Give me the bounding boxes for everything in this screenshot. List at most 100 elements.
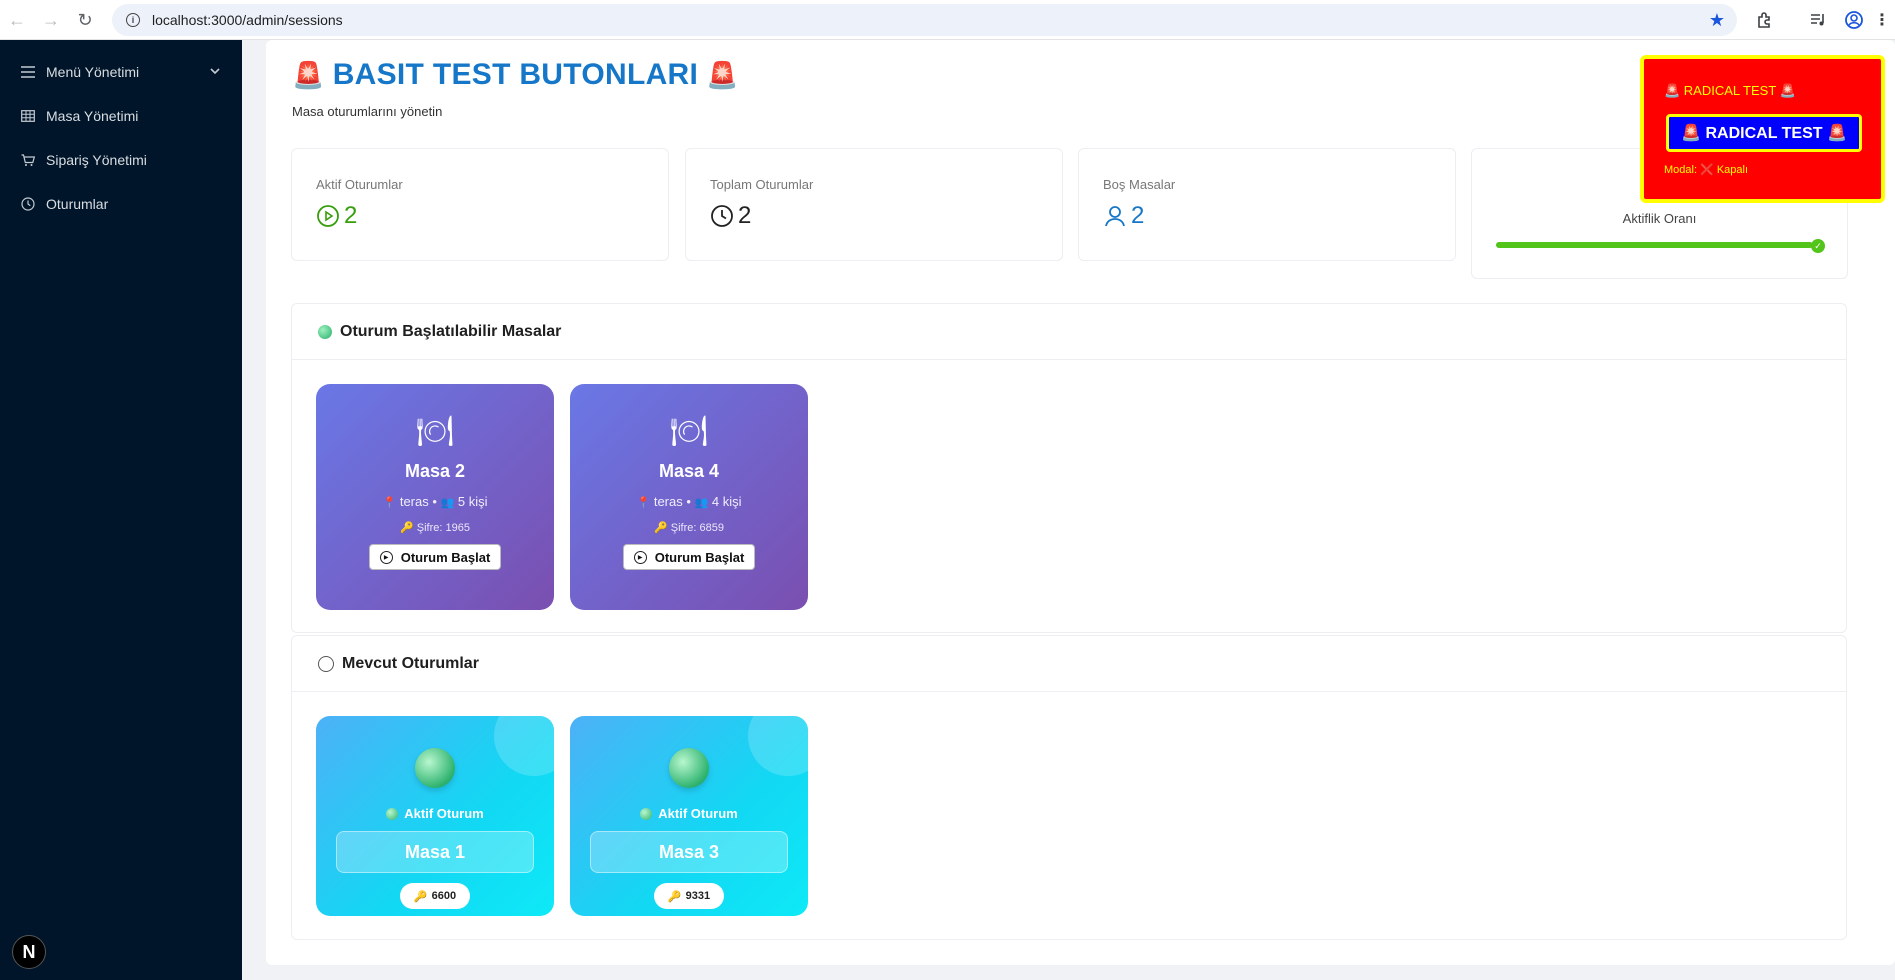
status-orb-icon: [669, 748, 709, 788]
play-circle-icon: ▶: [633, 550, 647, 564]
sidebar-item-orders[interactable]: Sipariş Yönetimi: [0, 138, 242, 182]
sidebar-item-tables[interactable]: Masa Yönetimi: [0, 94, 242, 138]
more-options-icon[interactable]: ⋮: [1874, 8, 1890, 32]
session-table-name: Masa 3: [590, 831, 788, 873]
table-location: teras: [653, 494, 683, 509]
radical-test-panel: 🚨 RADICAL TEST 🚨 🚨 RADICAL TEST 🚨 Modal:…: [1640, 55, 1885, 203]
page-title: 🚨 BASIT TEST BUTONLARI 🚨: [292, 58, 747, 92]
plate-cutlery-icon: 🍽: [415, 415, 455, 448]
start-session-button[interactable]: ▶ Oturum Başlat: [368, 544, 502, 570]
stat-value: 2: [738, 202, 752, 229]
table-name: Masa 4: [658, 461, 720, 481]
menu-icon: [20, 64, 36, 80]
section-header: Mevcut Oturumlar: [292, 636, 1846, 692]
stat-card-total: Toplam Oturumlar 2: [685, 148, 1063, 261]
browser-toolbar: ← → ↻ i localhost:3000/admin/sessions ★ …: [0, 0, 1895, 40]
key-icon: 🔑: [667, 890, 682, 903]
sidebar-item-label: Sipariş Yönetimi: [46, 152, 147, 168]
sidebar-item-sessions[interactable]: Oturumlar: [0, 182, 242, 226]
page-title-text: BASIT TEST BUTONLARI: [332, 58, 699, 91]
start-session-button[interactable]: ▶ Oturum Başlat: [622, 544, 756, 570]
page-subtitle: Masa oturumlarını yönetin: [292, 104, 443, 119]
radical-test-button[interactable]: 🚨 RADICAL TEST 🚨: [1666, 114, 1862, 152]
cart-icon: [20, 152, 36, 168]
stat-value-row: 2: [316, 202, 644, 230]
activity-rate-label: Aktiflik Oranı: [1622, 211, 1697, 226]
bookmark-star-icon[interactable]: ★: [1709, 10, 1725, 31]
play-circle-icon: [316, 204, 340, 228]
table-name: Masa 2: [404, 461, 466, 481]
address-bar[interactable]: i localhost:3000/admin/sessions ★: [112, 4, 1737, 36]
activity-progress-bar: [1496, 242, 1813, 248]
stopwatch-icon: [318, 655, 334, 672]
activity-progress-fill: [1496, 242, 1813, 248]
stat-label: Aktif Oturumlar: [316, 177, 403, 192]
siren-icon: 🚨: [292, 59, 325, 90]
section-title: Mevcut Oturumlar: [342, 654, 479, 672]
session-card[interactable]: Aktif Oturum Masa 1 🔑 6600: [316, 716, 554, 916]
session-code-pill: 🔑 6600: [399, 883, 471, 909]
table-password: 🔑 Şifre: 6859: [570, 521, 808, 534]
stat-value: 2: [1131, 202, 1145, 229]
session-status-text: Aktif Oturum: [658, 806, 738, 821]
session-card[interactable]: Aktif Oturum Masa 3 🔑 9331: [570, 716, 808, 916]
session-status: Aktif Oturum: [570, 806, 808, 821]
available-tables-section: Oturum Başlatılabilir Masalar 🍽 Masa 2 📍…: [291, 303, 1847, 633]
people-icon: 👥: [440, 497, 455, 509]
forward-icon[interactable]: →: [34, 3, 68, 37]
siren-icon: 🚨: [706, 59, 739, 90]
plate-cutlery-icon: 🍽: [669, 415, 709, 448]
status-orb-icon: [415, 748, 455, 788]
table-capacity: 5 kişi: [457, 494, 488, 509]
stat-value-row: 2: [710, 202, 1038, 230]
reload-icon[interactable]: ↻: [68, 3, 102, 37]
url-text: localhost:3000/admin/sessions: [152, 12, 343, 28]
clock-icon: [20, 196, 36, 212]
table-meta: 📍 teras • 👥 4 kişi: [636, 494, 742, 509]
session-code: 6600: [431, 890, 457, 902]
stat-value: 2: [344, 202, 358, 229]
decorative-circle: [748, 716, 808, 776]
sidebar-item-label: Menü Yönetimi: [46, 64, 140, 80]
session-status-text: Aktif Oturum: [404, 806, 484, 821]
stat-card-empty: Boş Masalar 2: [1078, 148, 1456, 261]
modal-status: Modal: ❌ Kapalı: [1664, 164, 1749, 176]
key-icon: 🔑: [654, 522, 668, 534]
site-info-icon[interactable]: i: [126, 13, 140, 27]
stat-label: Boş Masalar: [1103, 177, 1176, 192]
key-icon: 🔑: [400, 522, 414, 534]
sidebar-item-menu[interactable]: Menü Yönetimi: [0, 50, 242, 94]
table-capacity: 4 kişi: [711, 494, 742, 509]
start-session-label: Oturum Başlat: [654, 549, 745, 565]
clock-icon: [710, 204, 734, 228]
table-card: 🍽 Masa 4 📍 teras • 👥 4 kişi 🔑 Şifre: 685…: [570, 384, 808, 610]
start-session-label: Oturum Başlat: [400, 549, 491, 565]
pin-icon: 📍: [382, 497, 397, 509]
stat-label: Toplam Oturumlar: [710, 177, 814, 192]
session-status: Aktif Oturum: [316, 806, 554, 821]
back-icon[interactable]: ←: [0, 3, 34, 37]
sidebar-item-label: Masa Yönetimi: [46, 108, 139, 124]
extensions-icon[interactable]: [1752, 8, 1776, 32]
session-table-name: Masa 1: [336, 831, 534, 873]
section-title: Oturum Başlatılabilir Masalar: [340, 322, 562, 340]
profile-icon[interactable]: [1842, 8, 1866, 32]
user-icon: [1103, 204, 1127, 228]
nextjs-devtools-badge[interactable]: N: [12, 935, 46, 969]
session-code: 9331: [685, 890, 711, 902]
stat-card-active: Aktif Oturumlar 2: [291, 148, 669, 261]
people-icon: 👥: [694, 497, 709, 509]
play-circle-icon: ▶: [379, 550, 393, 564]
table-location: teras: [399, 494, 429, 509]
table-password-text: Şifre: 6859: [670, 522, 724, 534]
media-control-icon[interactable]: [1806, 8, 1830, 32]
decorative-circle: [494, 716, 554, 776]
section-header: Oturum Başlatılabilir Masalar: [292, 304, 1846, 360]
green-dot-icon: [640, 807, 653, 820]
table-meta: 📍 teras • 👥 5 kişi: [382, 494, 488, 509]
session-code-pill: 🔑 9331: [653, 883, 725, 909]
check-circle-icon: ✓: [1811, 239, 1825, 253]
chevron-down-icon: [210, 64, 220, 78]
stat-value-row: 2: [1103, 202, 1431, 230]
key-icon: 🔑: [413, 890, 428, 903]
